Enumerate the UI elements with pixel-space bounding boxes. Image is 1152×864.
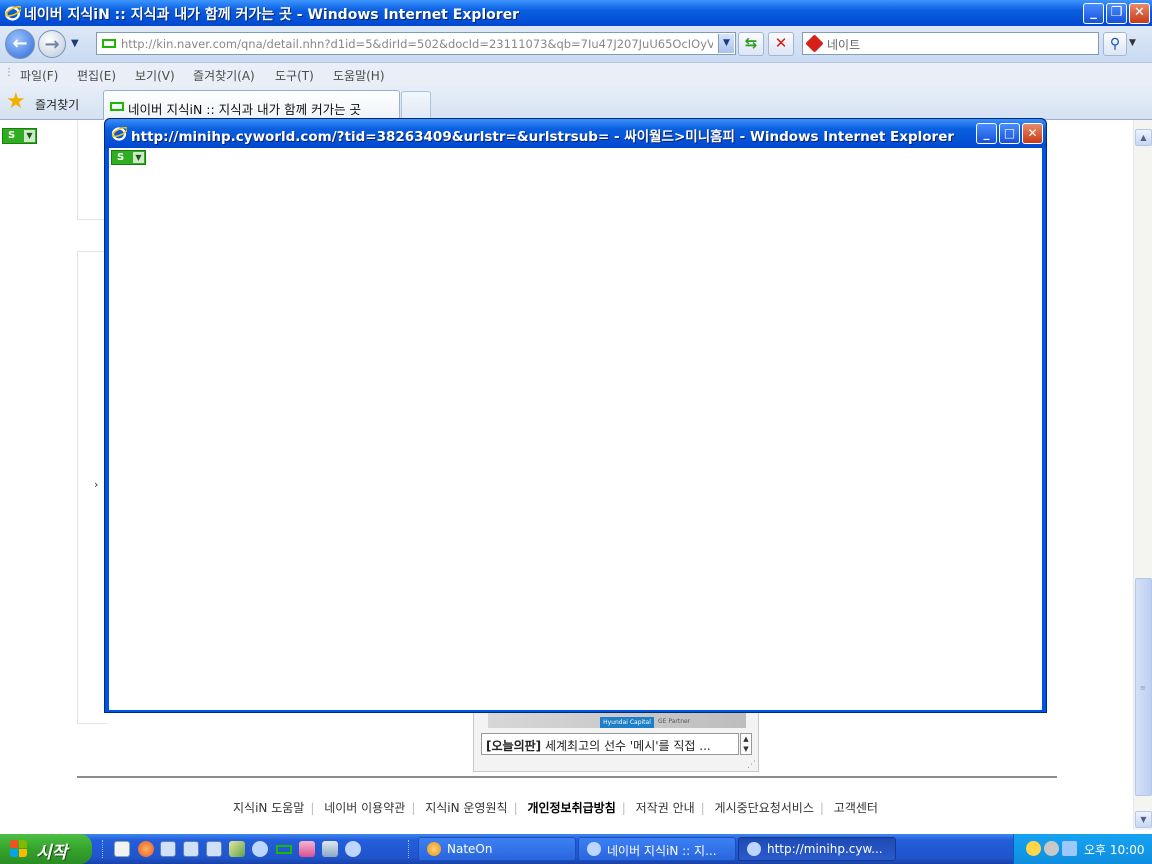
quicklaunch-ie-icon[interactable] <box>206 841 222 857</box>
footer-link-copyright[interactable]: 저작권 안내 <box>636 801 695 815</box>
quicklaunch-gift-icon[interactable] <box>299 841 315 857</box>
quicklaunch-ie-icon[interactable] <box>252 841 268 857</box>
popup-content: S ▼ <box>109 148 1042 710</box>
menu-tools[interactable]: 도구(T) <box>275 67 314 84</box>
magnifier-icon: ⚲ <box>1109 36 1121 52</box>
menu-file[interactable]: 파일(F) <box>20 67 58 84</box>
menu-bar: ⋮ 파일(F) 편집(E) 보기(V) 즐겨찾기(A) 도구(T) 도움말(H) <box>0 62 1152 86</box>
popup-s-badge[interactable]: S ▼ <box>111 150 146 165</box>
menu-edit[interactable]: 편집(E) <box>77 67 116 84</box>
footer-link-support[interactable]: 고객센터 <box>834 801 878 815</box>
quicklaunch-messenger-icon[interactable] <box>138 841 154 857</box>
search-box[interactable]: 네이트 <box>802 32 1099 55</box>
popup-window: http://minihp.cyworld.com/?tid=38263409&… <box>104 118 1047 713</box>
footer-link-terms[interactable]: 네이버 이용약관 <box>324 801 405 815</box>
tray-smiley-icon[interactable] <box>1026 841 1041 856</box>
taskbar-button-cyworld[interactable]: http://minihp.cyw... <box>738 837 896 861</box>
minimize-button[interactable]: _ <box>1083 3 1104 24</box>
start-label: 시작 <box>36 843 68 863</box>
arrow-mark: › <box>94 478 99 491</box>
search-button[interactable]: ⚲ <box>1103 32 1127 56</box>
forward-button[interactable]: → <box>38 30 66 58</box>
back-button[interactable]: ← <box>5 29 35 59</box>
taskbar-button-naver-kin[interactable]: 네이버 지식iN :: 지... <box>578 837 736 861</box>
quicklaunch-tool-icon[interactable] <box>322 841 338 857</box>
footer-link-privacy[interactable]: 개인정보취급방침 <box>527 801 615 815</box>
tray-network-icon[interactable] <box>1062 841 1077 856</box>
main-window-title: 네이버 지식iN :: 지식과 내가 함께 커가는 곳 - Windows In… <box>24 7 520 23</box>
quicklaunch-ie-icon[interactable] <box>345 841 361 857</box>
start-button[interactable]: 시작 <box>0 834 92 864</box>
new-tab-button[interactable] <box>401 91 431 120</box>
address-bar[interactable]: http://kin.naver.com/qna/detail.nhn?d1id… <box>96 32 736 55</box>
taskbar-button-nateon[interactable]: NateOn <box>418 837 576 861</box>
taskbar-grip[interactable] <box>408 840 411 858</box>
popup-maximize-button[interactable]: □ <box>999 123 1020 144</box>
ie-icon <box>587 842 601 856</box>
ie-logo-icon <box>4 6 21 21</box>
popup-minimize-button[interactable]: _ <box>976 123 997 144</box>
page-scrollbar[interactable]: ▲ ≡ ▼ <box>1133 120 1152 830</box>
naver-page-icon <box>102 39 116 48</box>
page-s-badge[interactable]: S ▼ <box>2 128 37 144</box>
main-window-titlebar[interactable]: 네이버 지식iN :: 지식과 내가 함께 커가는 곳 - Windows In… <box>0 0 1152 26</box>
footer-divider <box>77 776 1057 778</box>
ie-logo-icon <box>111 126 127 141</box>
windows-flag-icon <box>10 840 28 858</box>
nate-logo-icon <box>805 34 824 53</box>
favorites-button[interactable]: 즐겨찾기 <box>35 96 79 113</box>
footer-link-help[interactable]: 지식iN 도움말 <box>233 801 304 815</box>
ad-headline[interactable]: [오늘의판] 세계최고의 선수 '메시'를 직접 ... <box>481 733 739 755</box>
quicklaunch-pen-icon[interactable] <box>229 841 245 857</box>
footer-link-takedown[interactable]: 게시중단요청서비스 <box>715 801 814 815</box>
system-tray: 오후 10:00 <box>1013 834 1152 864</box>
quicklaunch-ie-icon[interactable] <box>160 841 176 857</box>
scroll-down-icon[interactable]: ▼ <box>1135 811 1152 828</box>
footer-link-policy[interactable]: 지식iN 운영원칙 <box>425 801 507 815</box>
menu-view[interactable]: 보기(V) <box>135 67 175 84</box>
nateon-icon <box>427 842 441 856</box>
tray-clock[interactable]: 오후 10:00 <box>1084 841 1144 858</box>
ie-icon <box>747 842 761 856</box>
content-box-main <box>77 251 107 724</box>
search-options-dropdown-icon[interactable]: ▼ <box>1129 38 1136 48</box>
recent-pages-dropdown-icon[interactable]: ▼ <box>71 38 79 49</box>
tab-title: 네이버 지식iN :: 지식과 내가 함께 커가는 곳 <box>128 102 362 117</box>
popup-close-button[interactable]: ✕ <box>1022 123 1043 144</box>
scroll-thumb[interactable]: ≡ <box>1135 578 1152 796</box>
back-arrow-icon: ← <box>12 33 28 54</box>
stop-button[interactable]: ✕ <box>768 32 794 56</box>
menu-help[interactable]: 도움말(H) <box>333 67 385 84</box>
footer-links: 지식iN 도움말 | 네이버 이용약관 | 지식iN 운영원칙 | 개인정보취급방침 |… <box>233 801 878 815</box>
scroll-up-icon[interactable]: ▲ <box>1135 129 1152 146</box>
quicklaunch-ie-icon[interactable] <box>183 841 199 857</box>
content-box-top <box>77 120 107 220</box>
favorites-star-icon[interactable]: ★ <box>6 91 26 113</box>
refresh-button[interactable]: ⇆ <box>738 32 764 56</box>
badge-dropdown-icon[interactable]: ▼ <box>133 152 144 163</box>
tab-naver-kin[interactable]: 네이버 지식iN :: 지식과 내가 함께 커가는 곳 <box>103 90 400 120</box>
quicklaunch-app-icon[interactable] <box>114 841 130 857</box>
search-provider-label[interactable]: 네이트 <box>827 36 860 53</box>
hyundai-capital-logo: Hyundai Capital <box>600 717 654 728</box>
address-url[interactable]: http://kin.naver.com/qna/detail.nhn?d1id… <box>121 37 713 51</box>
quicklaunch-grip[interactable] <box>102 840 105 858</box>
ge-partner-logo: GE Partner <box>658 718 691 725</box>
popup-titlebar[interactable]: http://minihp.cyworld.com/?tid=38263409&… <box>105 119 1046 148</box>
popup-title: http://minihp.cyworld.com/?tid=38263409&… <box>131 129 955 145</box>
restore-button[interactable]: ❐ <box>1106 3 1127 24</box>
tray-app-icon[interactable] <box>1044 841 1059 856</box>
address-dropdown-icon[interactable]: ▼ <box>718 34 734 53</box>
resize-grip-icon[interactable]: ⋰ <box>747 760 756 770</box>
quicklaunch-naver-icon[interactable] <box>276 845 292 854</box>
badge-dropdown-icon[interactable]: ▼ <box>24 130 35 142</box>
forward-arrow-icon: → <box>44 34 60 55</box>
ad-spinner[interactable]: ▲ ▼ <box>740 733 752 755</box>
close-button[interactable]: ✕ <box>1129 3 1150 24</box>
menu-favorites[interactable]: 즐겨찾기(A) <box>193 67 255 84</box>
naver-tab-icon <box>110 102 124 111</box>
toolbar-grip[interactable]: ⋮ <box>4 67 14 78</box>
